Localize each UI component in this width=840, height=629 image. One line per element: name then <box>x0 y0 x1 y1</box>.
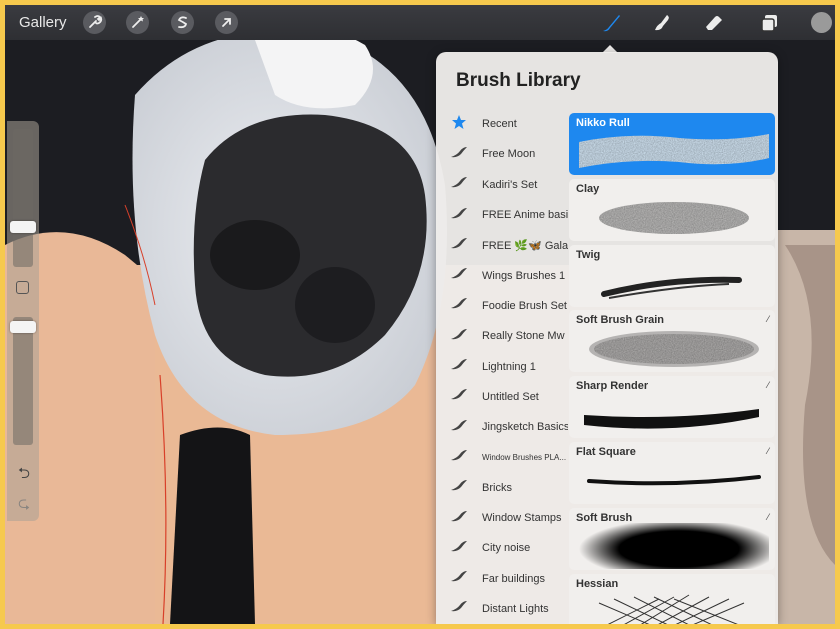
brush-stroke-icon <box>436 418 482 437</box>
brush-set-item[interactable]: FREE 🌿🦋 Galactic <box>436 230 568 260</box>
selection-icon[interactable] <box>171 11 194 34</box>
brush-stroke-icon <box>436 236 482 255</box>
brush-set-item[interactable]: Window Stamps <box>436 503 568 533</box>
feather-icon: ⁄ <box>767 380 769 391</box>
brush-stroke-icon <box>436 145 482 164</box>
brush-card[interactable]: Nikko Rull <box>569 113 775 175</box>
brush-set-label: Window Brushes PLA... <box>482 452 567 462</box>
feather-icon: ⁄ <box>767 511 769 522</box>
brush-set-label: Foodie Brush Set <box>482 299 567 312</box>
transform-icon[interactable] <box>215 11 238 34</box>
brush-set-item[interactable]: Free Moon <box>436 139 568 169</box>
brush-stroke-preview <box>579 134 769 168</box>
brush-stroke-icon <box>436 478 482 497</box>
redo-icon[interactable]: ⮎ <box>15 493 33 518</box>
opacity-thumb[interactable] <box>10 321 36 333</box>
brush-stroke-preview <box>579 522 769 569</box>
brush-set-label: Distant Lights <box>482 602 549 615</box>
brush-size-thumb[interactable] <box>10 221 36 233</box>
brush-set-label: Really Stone Mw <box>482 330 565 343</box>
brush-stroke-icon <box>436 296 482 315</box>
brush-set-item[interactable]: Window Brushes PLA... <box>436 442 568 472</box>
brush-set-item[interactable]: Foodie Brush Set <box>436 291 568 321</box>
brush-set-item[interactable]: Far buildings <box>436 563 568 593</box>
brush-set-item[interactable]: FREE Anime basic <box>436 200 568 230</box>
brush-stroke-preview <box>587 474 761 486</box>
brush-set-label: Lightning 1 <box>482 360 536 373</box>
brush-card[interactable]: Soft Brush Grain ⁄ <box>569 310 775 373</box>
brush-set-label: Jingsketch Basics <box>482 421 568 434</box>
brush-set-item[interactable]: City noise <box>436 533 568 563</box>
magic-wand-icon[interactable] <box>126 11 149 34</box>
brush-set-item[interactable]: Jingsketch Basics <box>436 412 568 442</box>
brush-set-label: Wings Brushes 1 <box>482 269 566 282</box>
wrench-icon[interactable] <box>83 11 106 34</box>
brush-stroke-icon <box>436 599 482 618</box>
star-icon <box>436 114 482 135</box>
feather-icon: ⁄ <box>767 445 769 456</box>
brush-size-slider[interactable] <box>13 129 33 267</box>
brush-card[interactable]: Hessian <box>569 573 775 624</box>
brush-stroke-preview <box>599 201 749 234</box>
undo-icon[interactable]: ⮌ <box>15 463 33 488</box>
panel-title: Brush Library <box>456 70 581 91</box>
brush-set-label: Free Moon <box>482 148 536 161</box>
brush-card[interactable]: Clay <box>569 178 775 241</box>
feather-icon: ⁄ <box>767 314 769 325</box>
brush-stroke-icon <box>436 569 482 588</box>
color-icon[interactable] <box>811 12 832 33</box>
brush-set-label: City noise <box>482 542 531 555</box>
brush-sets-list: Recent Free Moon Kadiri's Set FREE Anime ba… <box>436 109 568 624</box>
brush-set-item[interactable]: Wings Brushes 1 <box>436 260 568 290</box>
brush-stroke-icon <box>436 357 482 376</box>
brush-stroke-icon <box>436 387 482 406</box>
brush-set-item[interactable]: Lightning 1 <box>436 351 568 381</box>
brush-set-item[interactable]: Kadiri's Set <box>436 170 568 200</box>
brush-stroke-preview <box>598 594 745 624</box>
brush-stroke-icon <box>436 175 482 194</box>
brush-list: Nikko Rull Clay Twig Soft Brush Grain ⁄ … <box>569 113 775 624</box>
brush-set-item[interactable]: Untitled Set <box>436 382 568 412</box>
brush-set-label: Far buildings <box>482 572 545 585</box>
brush-set-label: FREE 🌿🦋 Galactic <box>482 239 568 252</box>
brush-set-label: Window Stamps <box>482 512 562 524</box>
left-sidebar: ⮌ ⮎ <box>7 121 39 521</box>
brush-stroke-preview <box>601 276 742 299</box>
brush-set-item[interactable]: Really Stone Mw <box>436 321 568 351</box>
brush-stroke-icon <box>436 539 482 558</box>
app-frame: Gallery ⮌ ⮎ Brush Library Recent Free Mo… <box>5 5 835 624</box>
brush-set-label: Recent <box>482 118 517 131</box>
brush-icon[interactable] <box>599 11 623 35</box>
smudge-icon[interactable] <box>649 11 673 35</box>
brush-library-panel: Brush Library Recent Free Moon Kadiri's Se… <box>436 52 778 624</box>
brush-card[interactable]: Sharp Render ⁄ <box>569 376 775 439</box>
brush-set-item[interactable]: Recent <box>436 109 568 139</box>
brush-stroke-icon <box>436 206 482 225</box>
brush-stroke-preview <box>584 409 759 429</box>
brush-set-label: Bricks <box>482 481 512 494</box>
brush-stroke-icon <box>436 509 482 528</box>
brush-set-label: Kadiri's Set <box>482 178 538 191</box>
brush-set-item[interactable]: Distant Lights <box>436 594 568 624</box>
brush-set-item[interactable]: Bricks <box>436 473 568 503</box>
brush-set-label: Untitled Set <box>482 390 539 403</box>
modify-button[interactable] <box>16 281 29 294</box>
brush-stroke-preview <box>589 331 759 368</box>
eraser-icon[interactable] <box>702 11 726 35</box>
brush-stroke-icon <box>436 266 482 285</box>
brush-card[interactable]: Twig <box>569 244 775 307</box>
brush-set-label: FREE Anime basic <box>482 209 568 222</box>
gallery-button[interactable]: Gallery <box>19 14 67 31</box>
brush-stroke-icon <box>436 448 482 467</box>
opacity-slider[interactable] <box>13 317 33 445</box>
brush-card[interactable]: Soft Brush ⁄ <box>569 507 775 570</box>
brush-card[interactable]: Flat Square ⁄ <box>569 441 775 504</box>
layers-icon[interactable] <box>757 11 781 35</box>
brush-stroke-icon <box>436 327 482 346</box>
top-toolbar: Gallery <box>5 5 835 40</box>
